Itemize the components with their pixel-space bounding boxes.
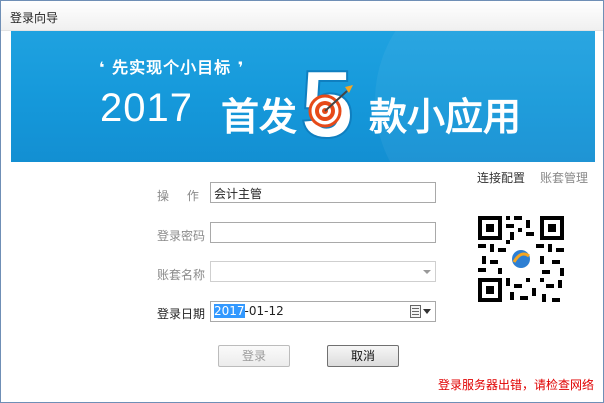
login-date-label: 登录日期 bbox=[157, 307, 206, 321]
login-wizard-window: 登录向导 ❛ 先实现个小目标 ❜ 2017 首发 5 款小应用 连接配置 账套管… bbox=[0, 0, 604, 403]
connect-config-link[interactable]: 连接配置 bbox=[477, 169, 525, 186]
qr-code-icon bbox=[476, 214, 566, 304]
calendar-icon[interactable] bbox=[410, 305, 421, 318]
promo-banner: ❛ 先实现个小目标 ❜ 2017 首发 5 款小应用 bbox=[11, 31, 595, 162]
banner-headline-right: 款小应用 bbox=[369, 95, 522, 139]
password-input[interactable] bbox=[210, 222, 436, 243]
date-dropdown-arrow-icon[interactable] bbox=[423, 309, 431, 314]
window-title: 登录向导 bbox=[10, 11, 59, 25]
login-date-picker[interactable]: 2017-01-12 bbox=[210, 301, 436, 322]
banner-slogan: ❛ 先实现个小目标 ❜ bbox=[99, 58, 245, 77]
banner-headline-left: 首发 bbox=[221, 95, 298, 139]
login-date-rest: -01-12 bbox=[244, 304, 284, 318]
login-button[interactable]: 登录 bbox=[218, 345, 290, 367]
operator-value: 会计主管 bbox=[214, 187, 263, 201]
banner-year: 2017 bbox=[100, 86, 193, 130]
account-manage-link[interactable]: 账套管理 bbox=[540, 169, 588, 186]
operator-input[interactable]: 会计主管 bbox=[210, 182, 436, 203]
password-label: 登录密码 bbox=[157, 229, 206, 243]
login-date-year-selected: 2017 bbox=[214, 304, 245, 318]
account-book-select[interactable] bbox=[210, 261, 436, 282]
cancel-button[interactable]: 取消 bbox=[327, 345, 399, 367]
target-five-badge-icon: 5 bbox=[299, 51, 354, 147]
chevron-down-icon[interactable] bbox=[423, 270, 431, 274]
status-error-message: 登录服务器出错，请检查网络 bbox=[438, 378, 595, 392]
account-book-label: 账套名称 bbox=[157, 268, 206, 282]
title-bar[interactable]: 登录向导 bbox=[1, 1, 603, 31]
